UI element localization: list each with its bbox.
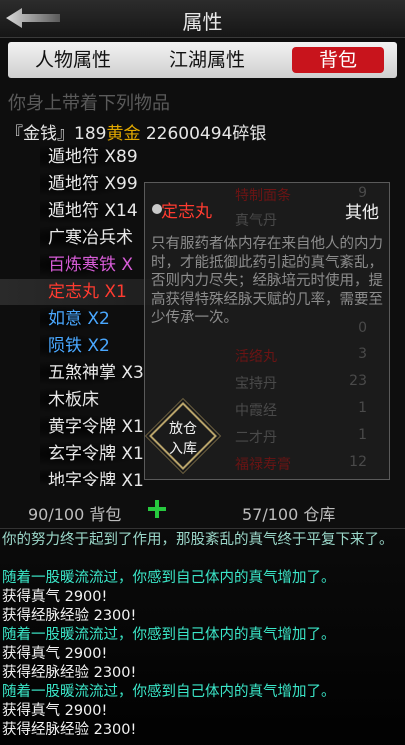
log-line: 获得真气 2900! bbox=[2, 646, 108, 662]
tab-backpack[interactable]: 背包 bbox=[292, 47, 384, 73]
log-line: 获得真气 2900! bbox=[2, 589, 108, 605]
list-item[interactable]: 遁地符 X99 bbox=[40, 171, 138, 197]
log-line: 获得经脉经验 2300! bbox=[2, 722, 137, 738]
warehouse-capacity: 57/100 仓库 bbox=[242, 505, 336, 524]
log-line: 你的努力终于起到了作用，那股紊乱的真气终于平复下来了。 bbox=[2, 532, 394, 548]
log-line: 随着一股暖流流过，你感到自己体内的真气增加了。 bbox=[2, 627, 336, 643]
store-to-warehouse-button[interactable]: 放仓 入库 bbox=[149, 402, 217, 470]
log-line: 随着一股暖流流过，你感到自己体内的真气增加了。 bbox=[2, 570, 336, 586]
money-silver: 22600494碎银 bbox=[140, 124, 267, 144]
log-line: 获得经脉经验 2300! bbox=[2, 608, 137, 624]
page-title: 属性 bbox=[182, 10, 223, 34]
item-description: 只有服药者体内存在来自他人的内力时，才能抵御此药引起的真气紊乱，否则内力尽失；经… bbox=[151, 236, 383, 326]
list-item[interactable]: 如意 X2 bbox=[40, 306, 110, 332]
plus-icon[interactable] bbox=[147, 499, 167, 519]
list-item[interactable]: 遁地符 X89 bbox=[40, 144, 138, 170]
list-item[interactable]: 遁地符 X14 bbox=[40, 198, 138, 224]
list-item[interactable]: 百炼寒铁 X bbox=[40, 252, 134, 278]
money-gold-label: 黄金 bbox=[106, 124, 141, 144]
background-item-table: 特制面条 9 真气丹 0 活络丸 3 宝持丹 23 中霞经 1 二才丹 1 福禄寿膏 12 bbox=[235, 183, 375, 481]
log-line: 获得真气 2900! bbox=[2, 703, 108, 719]
log-line: 随着一股暖流流过，你感到自己体内的真气增加了。 bbox=[2, 684, 336, 700]
list-item[interactable]: 陨铁 X2 bbox=[40, 333, 110, 359]
store-button-line2: 入库 bbox=[169, 441, 197, 457]
table-row: 二才丹 1 bbox=[235, 427, 367, 446]
list-item-selected[interactable]: 定志丸 X1 bbox=[0, 279, 160, 305]
list-item[interactable]: 黄字令牌 X1 bbox=[40, 414, 144, 440]
inventory-heading: 你身上带着下列物品 bbox=[8, 93, 170, 114]
store-button-line1: 放仓 bbox=[169, 421, 197, 437]
tab-jianghu-attributes[interactable]: 江湖属性 bbox=[162, 47, 252, 73]
list-item[interactable]: 木板床 bbox=[40, 387, 99, 413]
table-row: 宝持丹 23 bbox=[235, 373, 367, 392]
tab-bar: 人物属性 江湖属性 背包 bbox=[8, 42, 397, 78]
table-row: 福禄寿膏 12 bbox=[235, 454, 367, 473]
list-item[interactable]: 地字令牌 X1 bbox=[40, 468, 144, 486]
header-bar: 属性 bbox=[0, 0, 405, 38]
money-display: 『金钱』189黄金 22600494碎银 bbox=[6, 119, 266, 144]
tab-character-attributes[interactable]: 人物属性 bbox=[28, 47, 118, 73]
list-item[interactable]: 五煞神掌 X3 bbox=[40, 360, 144, 386]
item-category: 其他 bbox=[345, 203, 379, 223]
log-line: 获得经脉经验 2300! bbox=[2, 665, 137, 681]
table-row: 中霞经 1 bbox=[235, 400, 367, 419]
money-prefix: 『金钱』189 bbox=[6, 124, 107, 144]
list-item[interactable]: 广寒冶兵术 bbox=[40, 225, 133, 251]
message-log: 你的努力终于起到了作用，那股紊乱的真气终于平复下来了。 随着一股暖流流过，你感到… bbox=[0, 528, 405, 745]
table-row: 活络丸 3 bbox=[235, 346, 367, 365]
bag-capacity: 90/100 背包 bbox=[28, 505, 122, 524]
list-item[interactable]: 玄字令牌 X1 bbox=[40, 441, 144, 467]
item-name: 定志丸 bbox=[161, 202, 212, 222]
